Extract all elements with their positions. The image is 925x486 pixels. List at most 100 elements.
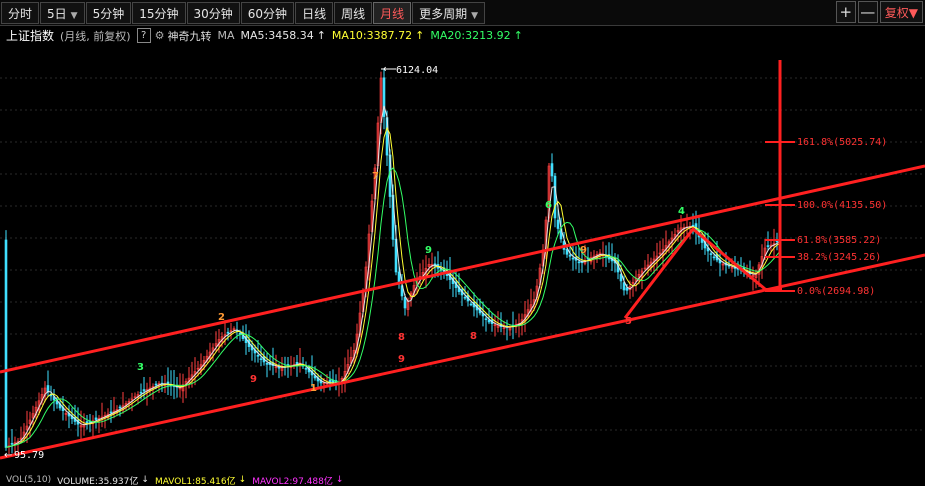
ma20-value: MA20:3213.92	[430, 29, 511, 42]
vol-label: VOL(5,10)	[6, 475, 52, 485]
arrow-left-icon: ←	[4, 450, 12, 461]
ma-label: MA	[217, 29, 235, 42]
candle-body	[484, 318, 488, 320]
mavol1-value: MAVOL1:85.416亿	[154, 476, 236, 486]
candle-body	[154, 383, 158, 386]
gear-icon[interactable]: ⚙	[155, 29, 165, 42]
td-label: 9	[425, 245, 432, 256]
td-label: 9	[398, 354, 405, 365]
ma-line	[5, 126, 781, 448]
chart-grid	[0, 77, 925, 431]
candle-body	[550, 163, 554, 177]
tab-60min[interactable]: 60分钟	[240, 1, 295, 24]
channel-upper-line[interactable]	[0, 164, 925, 374]
indicator-bar: 上证指数 (月线, 前复权) ? ⚙ 神奇九转 MA MA5:3458.34 ↑…	[0, 25, 925, 46]
tab-more-label: 更多周期	[419, 6, 468, 21]
toolbar-right: + — 复权▼	[834, 1, 923, 23]
arrow-down-icon: ↓	[238, 475, 247, 485]
period-toolbar: 分时 5日 ▼ 5分钟 15分钟 30分钟 60分钟 日线 周线 月线 更多周期 ▼…	[0, 0, 925, 26]
candle-body	[487, 319, 491, 323]
candle-body	[94, 417, 98, 420]
arrow-up-icon: ↑	[415, 29, 425, 42]
candle-body	[118, 406, 122, 409]
candle-body	[10, 443, 14, 445]
zoom-in-button[interactable]: +	[835, 1, 856, 23]
candle-body	[622, 282, 626, 291]
candle-body	[571, 257, 575, 260]
tab-5day[interactable]: 5日 ▼	[40, 1, 85, 24]
tab-weekly[interactable]: 周线	[334, 1, 373, 24]
candle-body	[403, 297, 407, 309]
candle-body	[259, 358, 263, 360]
candlesticks	[4, 68, 782, 456]
candle-body	[139, 391, 143, 394]
td-label: 9	[580, 245, 587, 256]
candle-body	[766, 245, 770, 247]
arrow-left-icon: ←	[383, 64, 391, 75]
candle-body	[625, 287, 629, 291]
candle-body	[709, 253, 713, 255]
fib-label: 161.8%(5025.74)	[797, 137, 887, 148]
candle-body	[553, 175, 557, 219]
td-label: 2	[218, 312, 225, 323]
candle-body	[256, 355, 260, 357]
candle-body	[295, 362, 299, 365]
zoom-out-button[interactable]: —	[857, 1, 878, 23]
period-note: (月线, 前复权)	[60, 29, 131, 43]
candle-body	[304, 368, 308, 370]
tab-30min[interactable]: 30分钟	[186, 1, 240, 24]
indicator-name[interactable]: 神奇九转	[167, 28, 211, 44]
candle-body	[85, 421, 89, 424]
volume-bar: VOL(5,10) VOLUME:35.937亿 ↓ MAVOL1:85.416…	[0, 474, 925, 486]
candle-body	[712, 256, 716, 259]
tab-monthly[interactable]: 月线	[373, 1, 412, 24]
candle-body	[463, 296, 467, 299]
td-label: 7	[372, 171, 379, 182]
td-label: 1	[310, 383, 317, 394]
tab-5min[interactable]: 5分钟	[85, 1, 132, 24]
td-label: 4	[678, 206, 685, 217]
index-name: 上证指数	[6, 29, 55, 43]
arrow-down-icon: ↓	[141, 475, 149, 485]
td-label: 8	[398, 332, 405, 343]
chevron-down-icon: ▼	[70, 10, 78, 21]
tab-intraday[interactable]: 分时	[1, 1, 40, 24]
candle-body	[4, 239, 8, 448]
tab-5day-label: 5日	[47, 6, 67, 21]
volume-value: VOLUME:35.937亿	[57, 476, 139, 486]
arrow-up-icon: ↑	[513, 29, 523, 42]
td-sequence-labels: 9 8 7 6 5 4 3 2 1 9 8 9 9	[137, 171, 685, 394]
help-icon[interactable]: ?	[136, 28, 151, 43]
td-label: 6	[545, 200, 552, 211]
fib-levels: 161.8%(5025.74) 100.0%(4135.50) 61.8%(3585…	[765, 137, 887, 297]
td-label: 5	[625, 316, 632, 327]
fib-label: 0.0%(2694.98)	[797, 286, 875, 297]
arrow-down-icon: ↓	[335, 475, 344, 485]
candle-body	[142, 389, 146, 392]
fuquan-label: 复权	[884, 6, 909, 20]
candle-body	[469, 303, 473, 306]
arrow-up-icon: ↑	[316, 29, 326, 42]
tab-daily[interactable]: 日线	[295, 1, 334, 24]
candle-body	[109, 411, 113, 414]
tab-15min[interactable]: 15分钟	[132, 1, 186, 24]
chevron-down-icon: ▼	[471, 10, 479, 21]
td-label: 8	[470, 331, 477, 342]
mavol2-value: MAVOL2:97.488亿	[252, 476, 333, 486]
candle-body	[568, 254, 572, 257]
tab-more-periods[interactable]: 更多周期 ▼	[412, 1, 486, 24]
fib-label: 61.8%(3585.22)	[797, 235, 881, 246]
candle-body	[265, 363, 269, 365]
high-label: 6124.04	[396, 65, 438, 76]
fib-label: 100.0%(4135.50)	[797, 200, 887, 211]
fuquan-button[interactable]: 复权▼	[879, 1, 923, 23]
moving-averages	[5, 105, 781, 448]
ma5-value: MA5:3458.34	[240, 29, 314, 42]
td-label: 3	[137, 362, 144, 373]
td-label: 9	[250, 374, 257, 385]
kline-chart[interactable]: 161.8%(5025.74) 100.0%(4135.50) 61.8%(3585…	[0, 48, 925, 472]
candle-body	[577, 261, 581, 264]
channel-lower-line[interactable]	[0, 253, 925, 460]
candle-body	[565, 249, 569, 255]
fib-label: 38.2%(3245.26)	[797, 252, 881, 263]
